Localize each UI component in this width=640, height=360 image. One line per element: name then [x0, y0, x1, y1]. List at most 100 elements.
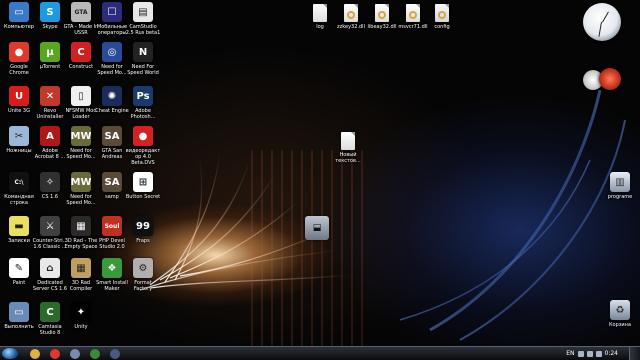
snipping-tool-icon: ✂: [9, 126, 29, 146]
chrome-icon: ●: [9, 42, 29, 62]
language-indicator[interactable]: EN: [566, 350, 574, 357]
text-document-icon: [341, 132, 355, 150]
clock-hour-hand: [602, 11, 609, 23]
start-button[interactable]: [2, 348, 18, 359]
chrome-icon: [50, 348, 60, 359]
desktop-icon[interactable]: ▤ CamStudio 2.5 Rus beta1: [125, 2, 161, 36]
desktop-icon-label: CamStudio 2.5 Rus beta1: [125, 24, 161, 36]
recycle-bin-label: Корзина: [608, 322, 632, 328]
new-text-document[interactable]: Новый текстов...: [330, 132, 366, 164]
usb-drive-icon: ⬓: [305, 216, 329, 240]
center-file-label: Новый текстов...: [335, 152, 361, 164]
dll-file-icon: [344, 4, 358, 22]
taskbar-clock[interactable]: 0:24: [605, 350, 618, 357]
cs16-icon: ✧: [40, 172, 60, 192]
run-icon: ▭: [9, 302, 29, 322]
gear-icon: [409, 11, 417, 19]
usb-drive-item[interactable]: ⬓: [300, 216, 334, 240]
dll-file-icon: [406, 4, 420, 22]
window-icon: [70, 348, 80, 359]
desktop-icon-label: Adobe Photosh...: [130, 108, 156, 120]
utorrent-icon: µ: [40, 42, 60, 62]
angry-birds-icon: ●: [133, 126, 153, 146]
show-desktop-button[interactable]: [629, 347, 640, 360]
log-file-icon: [313, 4, 327, 22]
dll-file-icon: [375, 4, 389, 22]
file-icon-label: config: [434, 24, 450, 30]
mobile-operators-icon: ☐: [102, 2, 122, 22]
sticky-notes-icon: ▬: [9, 216, 29, 236]
acrobat-icon: A: [40, 126, 60, 146]
system-tray: EN 0:24: [566, 348, 618, 359]
unite3g-icon: U: [9, 86, 29, 106]
media-gadget-record-icon: [599, 68, 621, 90]
desktop-icon-label: Need For Speed World: [127, 64, 159, 76]
recycle-bin-icon: ♻: [610, 300, 630, 320]
smart-install-icon: ❖: [102, 258, 122, 278]
fraps-icon: 99: [133, 216, 153, 236]
photoshop-icon: Ps: [133, 86, 153, 106]
desktop-icon[interactable]: ⚙ Format Factory: [125, 258, 161, 292]
nfs-mw2-icon: MW: [71, 172, 91, 192]
flag-icon[interactable]: [595, 350, 602, 357]
construct-icon: C: [71, 42, 91, 62]
taskbar-chrome[interactable]: [46, 348, 64, 359]
taskbar-folder[interactable]: [26, 348, 44, 359]
nfsmw-loader-icon: ▯: [71, 86, 91, 106]
desktop-icon-label: Button Secret: [125, 194, 161, 200]
cheat-engine-icon: ✺: [102, 86, 122, 106]
network-icon[interactable]: [577, 350, 584, 357]
folder-icon: [30, 348, 40, 359]
nfs-world-icon: N: [133, 42, 153, 62]
computer-icon: ▭: [9, 2, 29, 22]
volume-icon[interactable]: [586, 350, 593, 357]
gta-sa-icon: SA: [102, 126, 122, 146]
camstudio-icon: ▤: [133, 2, 153, 22]
windows-logo-icon: ⊞: [133, 172, 153, 192]
gear-icon: [438, 11, 446, 19]
format-factory-icon: ⚙: [133, 258, 153, 278]
3drad-icon: ▦: [71, 216, 91, 236]
file-icon-item[interactable]: config: [424, 4, 460, 30]
app-icon: [110, 348, 120, 359]
skype-icon: S: [40, 2, 60, 22]
revo-icon: ✕: [40, 86, 60, 106]
desktop-icon[interactable]: N Need For Speed World: [125, 42, 161, 76]
php-devel-icon: Soul: [102, 216, 122, 236]
programe-folder[interactable]: ▥ programe: [602, 172, 638, 200]
3drad-compiler-icon: ▦: [71, 258, 91, 278]
desktop-icon[interactable]: ✦ Unity: [63, 302, 99, 330]
desktop-icon-label: видеоредактор 4.0 Beta.DVS: [125, 148, 161, 166]
desktop-wallpaper: ▭ Компьютер S Skype GTA GTA - Made In USSR ☐ Мо…: [0, 0, 640, 346]
counter-strike-icon: ⚔: [40, 216, 60, 236]
dedicated-server-icon: ⌂: [40, 258, 60, 278]
samp-icon: SA: [102, 172, 122, 192]
cmd-icon: C:\: [9, 172, 29, 192]
desktop-icon[interactable]: ● видеоредактор 4.0 Beta.DVS: [125, 126, 161, 166]
gta-icon: GTA: [71, 2, 91, 22]
taskbar-app-2[interactable]: [86, 348, 104, 359]
nfs-mw-icon: MW: [71, 126, 91, 146]
desktop-icon-label: Unity: [74, 324, 88, 330]
programe-label: programe: [607, 194, 633, 200]
folder-icon: ▥: [610, 172, 630, 192]
taskbar: EN 0:24: [0, 346, 640, 360]
desktop-icon-label: Format Factory: [133, 280, 153, 292]
bmw-icon: ◎: [102, 42, 122, 62]
recycle-bin[interactable]: ♻ Корзина: [602, 300, 638, 328]
paint-icon: ✎: [9, 258, 29, 278]
config-file-icon: [435, 4, 449, 22]
unity-icon: ✦: [71, 302, 91, 322]
desktop-icon[interactable]: 99 Fraps: [125, 216, 161, 244]
desktop-icon-label: Fraps: [136, 238, 150, 244]
desktop-icon[interactable]: Ps Adobe Photosh...: [125, 86, 161, 120]
desktop-icon[interactable]: ⊞ Button Secret: [125, 172, 161, 200]
clock-gadget[interactable]: [583, 3, 621, 41]
clock-minute-hand: [598, 21, 602, 37]
gear-icon: [347, 11, 355, 19]
media-gadget[interactable]: [579, 64, 623, 96]
taskbar-app-3[interactable]: [106, 348, 124, 359]
gear-icon: [378, 11, 386, 19]
taskbar-app-1[interactable]: [66, 348, 84, 359]
camtasia-icon: [90, 348, 100, 359]
